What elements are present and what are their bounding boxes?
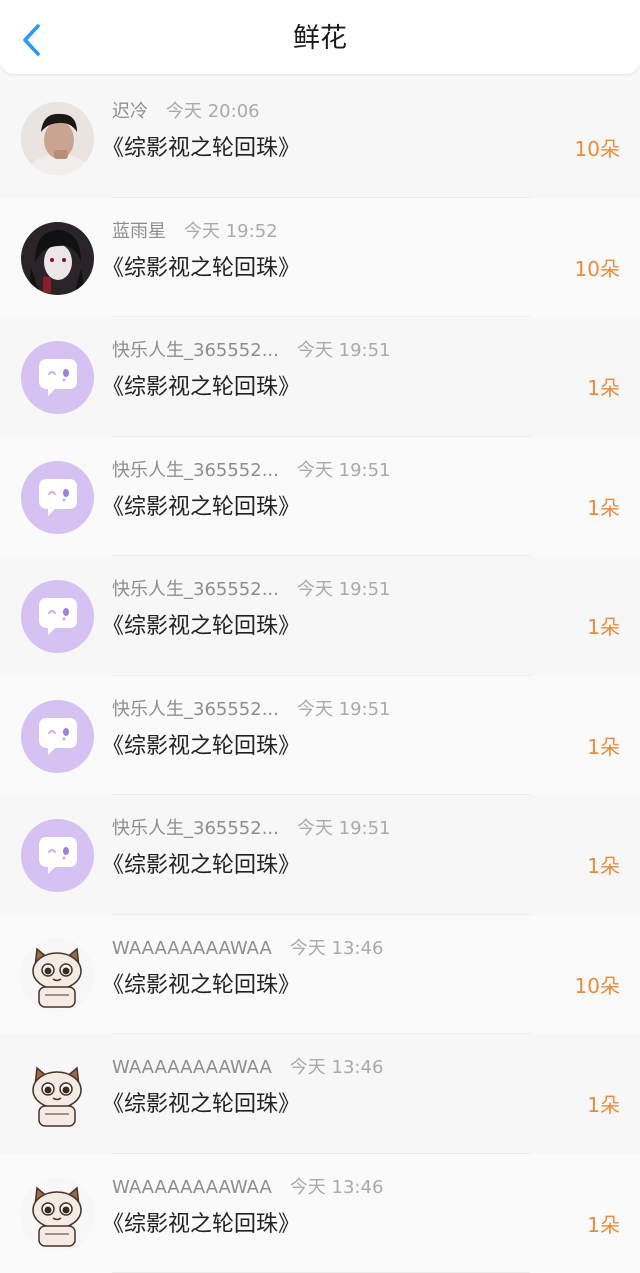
item-meta: 快乐人生_365552... 今天 19:51 — [112, 459, 391, 483]
list-item[interactable]: 快乐人生_365552... 今天 19:51 《综影视之轮回珠》 1朵 — [0, 676, 640, 796]
timestamp: 今天 13:46 — [290, 938, 384, 959]
item-meta: WAAAAAAAAWAA 今天 13:46 — [112, 1056, 383, 1080]
list-item[interactable]: WAAAAAAAAWAA 今天 13:46 《综影视之轮回珠》 1朵 — [0, 1034, 640, 1154]
book-title[interactable]: 《综影视之轮回珠》 — [102, 1210, 300, 1240]
list-item[interactable]: 迟冷今天 20:06 《综影视之轮回珠》 10朵 — [0, 78, 640, 198]
user-name[interactable]: WAAAAAAAAWAA — [112, 1177, 272, 1198]
list-item[interactable]: 快乐人生_365552... 今天 19:51 《综影视之轮回珠》 1朵 — [0, 317, 640, 437]
flower-count: 1朵 — [587, 1210, 620, 1240]
item-meta: 蓝雨星今天 19:52 — [112, 220, 278, 244]
flower-list: 迟冷今天 20:06《综影视之轮回珠》10朵蓝雨星今天 19:52《综影视之轮回… — [0, 78, 640, 1273]
cartoon-cat-avatar[interactable] — [21, 1178, 94, 1251]
book-title[interactable]: 《综影视之轮回珠》 — [102, 971, 300, 1001]
flower-count: 1朵 — [587, 851, 620, 881]
book-title[interactable]: 《综影视之轮回珠》 — [102, 851, 300, 881]
timestamp: 今天 13:46 — [290, 1177, 384, 1198]
user-name[interactable]: WAAAAAAAAWAA — [112, 938, 272, 959]
list-item[interactable]: 蓝雨星今天 19:52 《综影视之轮回珠》 10朵 — [0, 198, 640, 318]
flower-count: 10朵 — [575, 254, 620, 284]
item-meta: WAAAAAAAAWAA 今天 13:46 — [112, 937, 383, 961]
chat-bubble-avatar[interactable] — [21, 700, 94, 773]
chat-bubble-avatar[interactable] — [21, 461, 94, 534]
list-item[interactable]: 快乐人生_365552... 今天 19:51 《综影视之轮回珠》 1朵 — [0, 437, 640, 557]
photo-anime-avatar[interactable] — [21, 222, 94, 295]
timestamp: 今天 19:51 — [297, 699, 391, 720]
flower-count: 10朵 — [575, 134, 620, 164]
user-name[interactable]: 快乐人生_365552... — [112, 579, 279, 600]
timestamp: 今天 13:46 — [290, 1057, 384, 1078]
user-name[interactable]: 蓝雨星 — [112, 221, 166, 242]
timestamp: 今天 19:51 — [297, 340, 391, 361]
item-meta: 迟冷今天 20:06 — [112, 100, 260, 124]
top-bar: 鲜花 — [0, 0, 640, 74]
list-item[interactable]: 快乐人生_365552... 今天 19:51 《综影视之轮回珠》 1朵 — [0, 795, 640, 915]
item-meta: 快乐人生_365552... 今天 19:51 — [112, 578, 391, 602]
list-item[interactable]: WAAAAAAAAWAA 今天 13:46 《综影视之轮回珠》 10朵 — [0, 915, 640, 1035]
book-title[interactable]: 《综影视之轮回珠》 — [102, 612, 300, 642]
chat-bubble-avatar[interactable] — [21, 819, 94, 892]
flower-count: 1朵 — [587, 612, 620, 642]
user-name[interactable]: 快乐人生_365552... — [112, 460, 279, 481]
flower-count: 1朵 — [587, 732, 620, 762]
flower-count: 1朵 — [587, 493, 620, 523]
book-title[interactable]: 《综影视之轮回珠》 — [102, 373, 300, 403]
photo-boy-avatar[interactable] — [21, 102, 94, 175]
cartoon-cat-avatar[interactable] — [21, 939, 94, 1012]
timestamp: 今天 19:51 — [297, 818, 391, 839]
timestamp: 今天 19:51 — [297, 460, 391, 481]
chat-bubble-avatar[interactable] — [21, 580, 94, 653]
flower-count: 10朵 — [575, 971, 620, 1001]
timestamp: 今天 19:52 — [184, 221, 278, 242]
user-name[interactable]: WAAAAAAAAWAA — [112, 1057, 272, 1078]
page-title: 鲜花 — [0, 21, 640, 57]
flower-count: 1朵 — [587, 373, 620, 403]
item-meta: 快乐人生_365552... 今天 19:51 — [112, 698, 391, 722]
user-name[interactable]: 迟冷 — [112, 101, 148, 122]
timestamp: 今天 19:51 — [297, 579, 391, 600]
book-title[interactable]: 《综影视之轮回珠》 — [102, 1090, 300, 1120]
user-name[interactable]: 快乐人生_365552... — [112, 818, 279, 839]
item-meta: 快乐人生_365552... 今天 19:51 — [112, 339, 391, 363]
chat-bubble-avatar[interactable] — [21, 341, 94, 414]
book-title[interactable]: 《综影视之轮回珠》 — [102, 134, 300, 164]
flower-count: 1朵 — [587, 1090, 620, 1120]
book-title[interactable]: 《综影视之轮回珠》 — [102, 732, 300, 762]
timestamp: 今天 20:06 — [166, 101, 260, 122]
book-title[interactable]: 《综影视之轮回珠》 — [102, 493, 300, 523]
user-name[interactable]: 快乐人生_365552... — [112, 699, 279, 720]
user-name[interactable]: 快乐人生_365552... — [112, 340, 279, 361]
item-meta: 快乐人生_365552... 今天 19:51 — [112, 817, 391, 841]
list-item[interactable]: WAAAAAAAAWAA 今天 13:46 《综影视之轮回珠》 1朵 — [0, 1154, 640, 1273]
list-item[interactable]: 快乐人生_365552... 今天 19:51 《综影视之轮回珠》 1朵 — [0, 556, 640, 676]
book-title[interactable]: 《综影视之轮回珠》 — [102, 254, 300, 284]
item-meta: WAAAAAAAAWAA 今天 13:46 — [112, 1176, 383, 1200]
cartoon-cat-avatar[interactable] — [21, 1058, 94, 1131]
